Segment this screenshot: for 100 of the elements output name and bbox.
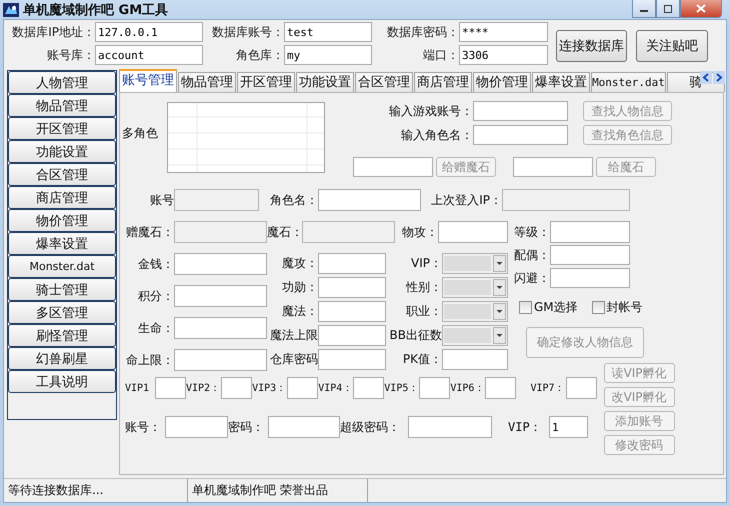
field-label: 输入角色名： xyxy=(400,126,473,144)
status-text: 单机魔域制作吧 荣誉出品 xyxy=(188,479,368,502)
text-field[interactable] xyxy=(473,125,568,145)
tab[interactable]: 物品管理 xyxy=(178,72,236,92)
status-text: 等待连接数据库... xyxy=(4,479,188,502)
text-field[interactable] xyxy=(442,349,508,370)
checkbox[interactable]: 封帐号 xyxy=(592,299,643,316)
tab[interactable]: 合区管理 xyxy=(355,72,413,92)
text-field[interactable] xyxy=(318,277,386,298)
field-label: 数据库账号： xyxy=(211,24,284,40)
sidebar-item[interactable]: 合区管理 xyxy=(8,163,116,186)
tab[interactable]: 开区管理 xyxy=(237,72,295,92)
text-field[interactable] xyxy=(318,253,386,274)
follow-button[interactable]: 关注贴吧 xyxy=(636,30,708,62)
caret-icon xyxy=(493,255,506,272)
text-field[interactable]: 127.0.0.1 xyxy=(95,22,203,42)
scroll-right-icon[interactable] xyxy=(713,71,725,84)
text-field[interactable] xyxy=(550,245,630,265)
sidebar-item[interactable]: 物价管理 xyxy=(8,209,116,232)
maximize-button[interactable] xyxy=(656,0,680,18)
text-field[interactable] xyxy=(174,349,267,371)
text-field[interactable] xyxy=(550,268,630,288)
field-label: 命上限： xyxy=(125,352,174,368)
field-label: 魔石： xyxy=(267,224,302,240)
field-label: VIP5： xyxy=(384,382,420,395)
checkbox[interactable]: GM选择 xyxy=(519,299,578,316)
tab[interactable]: 功能设置 xyxy=(296,72,354,92)
character-list[interactable] xyxy=(167,102,325,173)
field-label: 多角色 xyxy=(122,125,159,142)
text-field[interactable] xyxy=(174,317,267,339)
sidebar-item[interactable]: 刷怪管理 xyxy=(8,324,116,347)
dropdown[interactable] xyxy=(442,277,508,298)
text-field[interactable] xyxy=(318,301,386,322)
field-label: 端口： xyxy=(422,46,459,64)
dropdown[interactable] xyxy=(442,325,508,346)
dropdown[interactable] xyxy=(442,253,508,274)
sidebar-item[interactable]: 爆率设置 xyxy=(8,232,116,255)
field-label: 账号 xyxy=(149,192,174,208)
text-field[interactable] xyxy=(318,189,421,211)
text-field[interactable] xyxy=(221,377,252,399)
tab[interactable]: 账号管理 xyxy=(119,69,177,92)
text-field[interactable] xyxy=(485,377,516,399)
text-field[interactable] xyxy=(408,416,492,438)
field-label: 魔攻： xyxy=(281,255,318,272)
connect-button[interactable]: 连接数据库 xyxy=(556,30,627,62)
sidebar-item[interactable]: 幻兽刷星 xyxy=(8,347,116,370)
text-field[interactable] xyxy=(438,221,508,243)
maximize-icon xyxy=(663,4,673,12)
text-field[interactable] xyxy=(174,253,267,275)
text-field[interactable] xyxy=(513,157,593,177)
field-label: 物攻： xyxy=(401,224,438,240)
text-field[interactable]: account xyxy=(95,45,203,65)
text-field[interactable]: test xyxy=(284,22,372,42)
tab[interactable]: Monster.dat xyxy=(591,72,666,92)
text-field[interactable]: my xyxy=(284,45,372,65)
text-field[interactable] xyxy=(318,325,386,346)
minimize-button[interactable] xyxy=(632,0,656,18)
sidebar-item[interactable]: 开区管理 xyxy=(8,117,116,140)
text-field[interactable] xyxy=(268,416,340,438)
field-label: 数据库密码： xyxy=(386,24,459,40)
text-field[interactable] xyxy=(287,377,318,399)
field-label: 账号库： xyxy=(46,46,95,64)
text-field[interactable] xyxy=(473,101,568,121)
field-label: VIP2： xyxy=(186,382,222,395)
tab[interactable]: 爆率设置 xyxy=(532,72,590,92)
close-button[interactable] xyxy=(680,0,722,18)
sidebar-item[interactable]: Monster.dat xyxy=(8,255,116,278)
sidebar-item[interactable]: 多区管理 xyxy=(8,301,116,324)
field-label: 角色库： xyxy=(235,46,284,64)
scroll-left-icon[interactable] xyxy=(700,71,712,84)
field-label: 账号： xyxy=(125,418,162,436)
text-field[interactable] xyxy=(566,377,597,399)
sidebar-item[interactable]: 人物管理 xyxy=(8,71,116,94)
dropdown[interactable] xyxy=(442,301,508,322)
field-label: 魔法上限 xyxy=(269,327,318,344)
text-field[interactable]: **** xyxy=(459,22,548,42)
text-field[interactable] xyxy=(353,377,384,399)
tab[interactable]: 物价管理 xyxy=(473,72,531,92)
field-label: PK值： xyxy=(402,351,442,368)
text-field[interactable] xyxy=(174,285,267,307)
text-field[interactable] xyxy=(165,416,228,438)
field-label: 仓库密码 xyxy=(269,351,318,368)
field-label: VIP3： xyxy=(252,382,288,395)
sidebar-item[interactable]: 商店管理 xyxy=(8,186,116,209)
sidebar-item[interactable]: 物品管理 xyxy=(8,94,116,117)
field-label: 生命： xyxy=(137,320,174,336)
text-field[interactable]: 1 xyxy=(549,416,588,438)
sidebar-item[interactable]: 工具说明 xyxy=(8,370,116,393)
sidebar-item[interactable]: 骑士管理 xyxy=(8,278,116,301)
tab[interactable]: 商店管理 xyxy=(414,72,472,92)
text-field[interactable] xyxy=(419,377,450,399)
sidebar-item[interactable]: 功能设置 xyxy=(8,140,116,163)
field-label: 赠魔石： xyxy=(125,224,174,240)
field-label: 配偶： xyxy=(513,246,550,264)
field-label: 职业： xyxy=(405,303,442,320)
text-field[interactable] xyxy=(550,221,630,243)
text-field[interactable] xyxy=(155,377,186,399)
text-field[interactable]: 3306 xyxy=(459,45,548,65)
text-field[interactable] xyxy=(318,349,386,370)
text-field[interactable] xyxy=(353,157,433,177)
